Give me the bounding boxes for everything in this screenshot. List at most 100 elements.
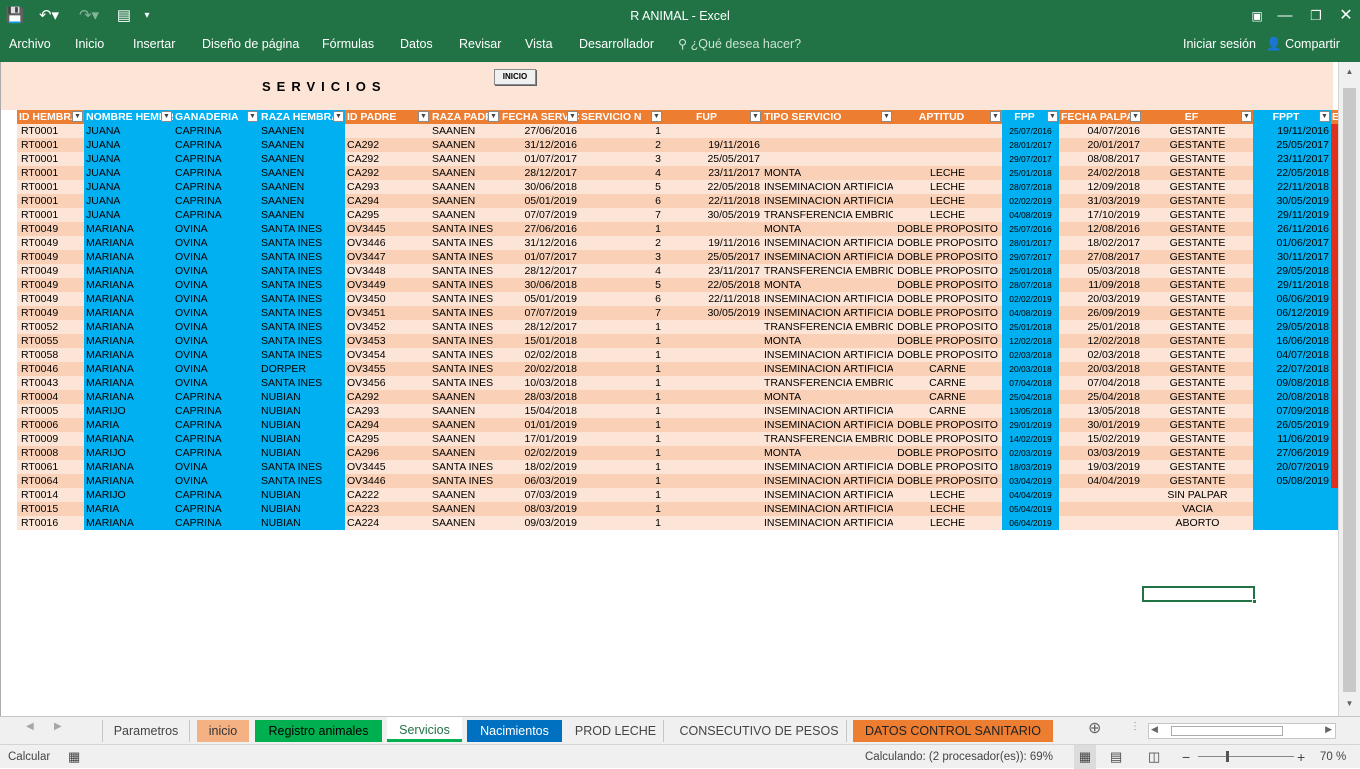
table-cell[interactable]: 07/04/2018 — [1002, 376, 1059, 390]
table-cell[interactable]: SAANEN — [430, 124, 500, 138]
table-cell[interactable]: CARNE — [893, 362, 1002, 376]
table-cell[interactable] — [663, 320, 762, 334]
table-cell[interactable] — [1331, 516, 1338, 530]
table-cell[interactable] — [1331, 208, 1338, 222]
table-cell[interactable]: 25/05/2017 — [663, 152, 762, 166]
table-cell[interactable]: 6 — [579, 292, 663, 306]
table-cell[interactable]: RT0014 — [17, 488, 84, 502]
table-cell[interactable]: OVINA — [173, 250, 259, 264]
hscroll-left-icon[interactable]: ◀ — [1151, 724, 1158, 735]
table-cell[interactable]: 19/11/2016 — [663, 236, 762, 250]
table-cell[interactable] — [1059, 516, 1142, 530]
table-cell[interactable]: NUBIAN — [259, 432, 345, 446]
table-cell[interactable]: 04/08/2019 — [1002, 306, 1059, 320]
table-cell[interactable]: 30/06/2018 — [500, 180, 579, 194]
table-cell[interactable] — [1331, 488, 1338, 502]
table-cell[interactable]: SANTA INES — [259, 292, 345, 306]
table-cell[interactable] — [1331, 390, 1338, 404]
table-cell[interactable]: RT0001 — [17, 138, 84, 152]
table-cell[interactable]: NUBIAN — [259, 488, 345, 502]
table-cell[interactable]: DOBLE PROPOSITO — [893, 446, 1002, 460]
table-cell[interactable] — [1059, 488, 1142, 502]
scroll-tabs-left-icon[interactable]: ◀ — [26, 721, 34, 732]
filter-dropdown-icon[interactable]: ▼ — [1241, 111, 1252, 122]
table-cell[interactable]: 30/11/2017 — [1253, 250, 1331, 264]
table-cell[interactable]: 20/07/2019 — [1253, 460, 1331, 474]
table-cell[interactable]: 25/07/2016 — [1002, 222, 1059, 236]
table-cell[interactable]: INSEMINACION ARTIFICIAL — [762, 194, 893, 208]
table-cell[interactable] — [1331, 166, 1338, 180]
table-cell[interactable]: 05/01/2019 — [500, 194, 579, 208]
table-cell[interactable]: GESTANTE — [1142, 152, 1253, 166]
table-cell[interactable]: DOBLE PROPOSITO — [893, 460, 1002, 474]
table-cell[interactable]: 08/03/2019 — [500, 502, 579, 516]
table-cell[interactable] — [663, 460, 762, 474]
table-cell[interactable]: SAANEN — [430, 166, 500, 180]
table-cell[interactable]: 06/03/2019 — [500, 474, 579, 488]
table-cell[interactable]: 20/03/2019 — [1059, 292, 1142, 306]
table-cell[interactable]: 25/01/2018 — [1002, 264, 1059, 278]
table-cell[interactable]: GESTANTE — [1142, 306, 1253, 320]
table-cell[interactable] — [345, 124, 430, 138]
table-cell[interactable] — [663, 488, 762, 502]
table-cell[interactable] — [1331, 474, 1338, 488]
page-break-icon[interactable]: ◫ — [1148, 745, 1160, 769]
table-cell[interactable]: CAPRINA — [173, 390, 259, 404]
table-cell[interactable]: 22/05/2018 — [1253, 166, 1331, 180]
table-cell[interactable] — [663, 390, 762, 404]
table-cell[interactable]: 26/09/2019 — [1059, 306, 1142, 320]
table-cell[interactable]: SAANEN — [259, 138, 345, 152]
table-cell[interactable]: CAPRINA — [173, 404, 259, 418]
table-cell[interactable]: 20/01/2017 — [1059, 138, 1142, 152]
table-cell[interactable] — [893, 124, 1002, 138]
table-cell[interactable]: OV3448 — [345, 264, 430, 278]
table-cell[interactable]: GESTANTE — [1142, 194, 1253, 208]
table-cell[interactable]: 13/05/2018 — [1002, 404, 1059, 418]
table-cell[interactable]: JUANA — [84, 180, 173, 194]
table-cell[interactable]: SANTA INES — [259, 278, 345, 292]
table-cell[interactable]: CA294 — [345, 418, 430, 432]
table-cell[interactable]: INSEMINACION ARTIFICIAL — [762, 306, 893, 320]
table-cell[interactable] — [1331, 404, 1338, 418]
table-cell[interactable]: 02/02/2018 — [500, 348, 579, 362]
table-cell[interactable]: 31/12/2016 — [500, 138, 579, 152]
table-cell[interactable]: RT0049 — [17, 306, 84, 320]
table-cell[interactable]: OV3455 — [345, 362, 430, 376]
table-cell[interactable]: 14/02/2019 — [1002, 432, 1059, 446]
table-cell[interactable]: RT0058 — [17, 348, 84, 362]
table-cell[interactable]: 1 — [579, 460, 663, 474]
table-cell[interactable]: 15/04/2018 — [500, 404, 579, 418]
table-cell[interactable]: CAPRINA — [173, 152, 259, 166]
table-cell[interactable]: 22/11/2018 — [1253, 180, 1331, 194]
table-cell[interactable]: CAPRINA — [173, 166, 259, 180]
table-cell[interactable]: RT0008 — [17, 446, 84, 460]
table-cell[interactable] — [1331, 362, 1338, 376]
table-cell[interactable]: 28/12/2017 — [500, 320, 579, 334]
table-cell[interactable]: 02/03/2019 — [1002, 446, 1059, 460]
table-cell[interactable]: 3 — [579, 152, 663, 166]
table-cell[interactable]: CAPRINA — [173, 180, 259, 194]
table-cell[interactable]: INSEMINACION ARTIFICIAL — [762, 502, 893, 516]
scroll-up-icon[interactable]: ▲ — [1339, 62, 1360, 82]
table-cell[interactable] — [663, 432, 762, 446]
table-cell[interactable]: SANTA INES — [259, 474, 345, 488]
table-cell[interactable] — [1331, 264, 1338, 278]
filter-dropdown-icon[interactable]: ▼ — [333, 111, 344, 122]
table-cell[interactable]: CA293 — [345, 404, 430, 418]
tab-vista[interactable]: Vista — [525, 32, 553, 62]
table-cell[interactable] — [1331, 138, 1338, 152]
table-cell[interactable]: RT0049 — [17, 292, 84, 306]
filter-dropdown-icon[interactable]: ▼ — [567, 111, 578, 122]
table-cell[interactable]: 22/11/2018 — [663, 194, 762, 208]
table-cell[interactable]: 19/03/2019 — [1059, 460, 1142, 474]
table-cell[interactable]: SANTA INES — [259, 376, 345, 390]
table-cell[interactable] — [1331, 376, 1338, 390]
table-cell[interactable] — [893, 138, 1002, 152]
table-cell[interactable]: GESTANTE — [1142, 348, 1253, 362]
table-cell[interactable]: CA295 — [345, 208, 430, 222]
table-cell[interactable]: 25/07/2016 — [1002, 124, 1059, 138]
horizontal-scrollbar[interactable]: ◀ ▶ — [1148, 723, 1336, 739]
table-cell[interactable]: OV3445 — [345, 460, 430, 474]
table-cell[interactable]: MARIANA — [84, 222, 173, 236]
table-cell[interactable]: 04/07/2016 — [1059, 124, 1142, 138]
